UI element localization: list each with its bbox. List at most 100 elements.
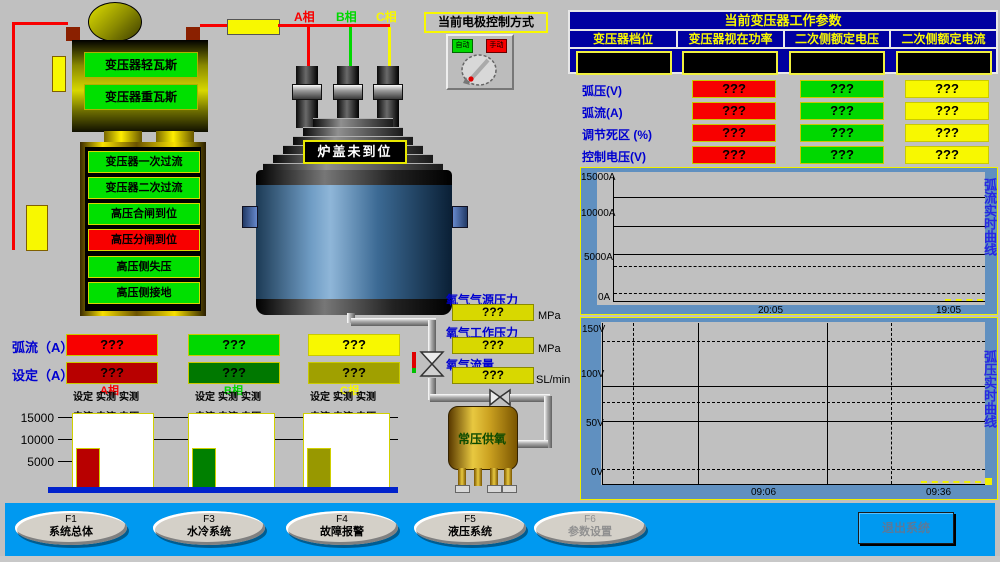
phase-a-label: A相 [294,8,315,25]
valve-indicator [412,352,416,368]
phase-b-drop-wire [349,27,352,68]
alarm-secondary-overcurrent: 变压器二次过流 [88,177,200,199]
arc-current-b-value: ??? [188,334,280,356]
bushing-left [66,27,80,41]
pipe-segment [430,394,490,402]
bushing-small [52,56,66,92]
dead-zone-b: ??? [800,124,884,142]
transformer-heavy-gas-indicator: 变压器重瓦斯 [84,84,198,110]
col-tap-position: 变压器档位 [570,31,676,47]
nav-button-parameter-settings[interactable]: F6 参数设置 [534,511,646,545]
gas-work-pressure-unit: MPa [538,343,561,355]
table-title: 当前变压器工作参数 [570,12,996,31]
cursor-marker [985,478,992,485]
transformer-light-gas-indicator: 变压器轻瓦斯 [84,52,198,78]
gas-source-pressure-unit: MPa [538,310,561,322]
alarm-primary-overcurrent: 变压器一次过流 [88,151,200,173]
table-header-row: 变压器档位 变压器视在功率 二次侧额定电压 二次侧额定电流 [570,31,996,49]
furnace-trunnion-left [242,206,258,228]
hv-wire-horizontal [12,22,68,25]
xtick: 09:06 [751,487,776,498]
gridline [614,226,985,227]
nav-key: F5 [414,514,526,526]
arc-voltage-plot [601,322,985,485]
bottom-bar: F1 系统总体 F3 水冷系统 F4 故障报警 F5 液压系统 F6 参数设置 … [5,503,995,556]
gridline [698,323,699,484]
conservator-tank [88,2,142,42]
gridline-dashed [891,323,892,484]
resistor [227,19,280,35]
nav-button-hydraulic-system[interactable]: F5 液压系统 [414,511,526,545]
arc-current-a: ??? [692,102,776,120]
phase-a-drop-wire [307,27,310,68]
tank-leg [474,468,482,486]
bar-b-setpoint-current [192,448,216,488]
tank-foot [455,485,470,493]
nav-button-fault-alarm[interactable]: F4 故障报警 [286,511,398,545]
tank-foot [487,485,502,493]
gas-flow-value: ??? [452,367,534,384]
furnace-trunnion-right [452,206,468,228]
nav-button-system-overview[interactable]: F1 系统总体 [15,511,127,545]
cursor-dashes [945,299,983,301]
dead-zone-label: 调节死区 (%) [582,126,652,143]
hv-wire-vertical [12,22,15,250]
gridline [827,323,828,484]
gridline-dashed [614,293,985,294]
col-secondary-rated-current: 二次侧额定电流 [889,31,996,47]
nav-label: 液压系统 [414,526,526,538]
arc-current-row-label: 弧流（A） [12,337,73,356]
gridline-dashed [602,469,985,470]
gridline-dashed [602,402,985,403]
tank-leg [458,468,466,486]
bar-ytick-10000: 10000 [14,433,54,447]
valve-indicator-green [412,368,416,373]
gridline-dashed [602,341,985,342]
col-secondary-rated-voltage: 二次侧额定电压 [783,31,889,47]
ytick: 100V [581,369,604,380]
alarm-hv-grounding: 高压侧接地 [88,282,200,304]
bar-gridline [58,461,72,462]
arc-voltage-a: ??? [692,80,776,98]
alarm-hv-close-in-place: 高压合闸到位 [88,203,200,225]
phase-c-label: C相 [376,8,397,25]
control-voltage-c: ??? [905,146,989,164]
pipe-segment [351,318,436,326]
arc-current-label: 弧流(A) [582,104,623,121]
electrode-clamp [333,84,363,100]
bushing-right [186,27,200,41]
bar-ytick-5000: 5000 [14,455,54,469]
arc-voltage-label: 弧压(V) [582,82,622,99]
ytick: 10000A [581,208,615,219]
electrode-control-panel: 自动 手动 [446,34,514,90]
nav-button-water-cooling[interactable]: F3 水冷系统 [153,511,265,545]
exit-button[interactable]: 退出系统 [858,512,954,544]
pipe-segment [428,320,436,352]
gas-flow-unit: SL/min [536,374,570,386]
cursor-dashes [921,481,981,483]
col-apparent-power: 变压器视在功率 [676,31,783,47]
electrode-clamp [292,84,322,100]
ytick: 5000A [584,252,613,263]
auto-mode-button[interactable]: 自动 [452,39,473,53]
ytick: 150V [582,324,605,335]
oxygen-tank-label: 常压供氧 [448,430,516,447]
setpoint-b-value: ??? [188,362,280,384]
arc-current-b: ??? [800,102,884,120]
x-axis [602,484,985,485]
bar-ytick-15000: 15000 [14,411,54,425]
arc-current-trend-panel: 15000A 10000A 5000A 0A 20:05 19:05 弧流实时曲… [580,167,998,315]
mode-selector-knob[interactable] [458,52,500,93]
dead-zone-c: ??? [905,124,989,142]
xtick: 19:05 [936,305,961,316]
phase-c-drop-wire [388,27,391,68]
nav-label: 系统总体 [15,526,127,538]
tank-foot [502,485,517,493]
gas-source-pressure-value: ??? [452,304,534,321]
manual-mode-button[interactable]: 手动 [486,39,507,53]
xtick: 20:05 [758,305,783,316]
arc-voltage-c: ??? [905,80,989,98]
nav-label: 水冷系统 [153,526,265,538]
tank-leg [490,468,498,486]
arc-current-c: ??? [905,102,989,120]
